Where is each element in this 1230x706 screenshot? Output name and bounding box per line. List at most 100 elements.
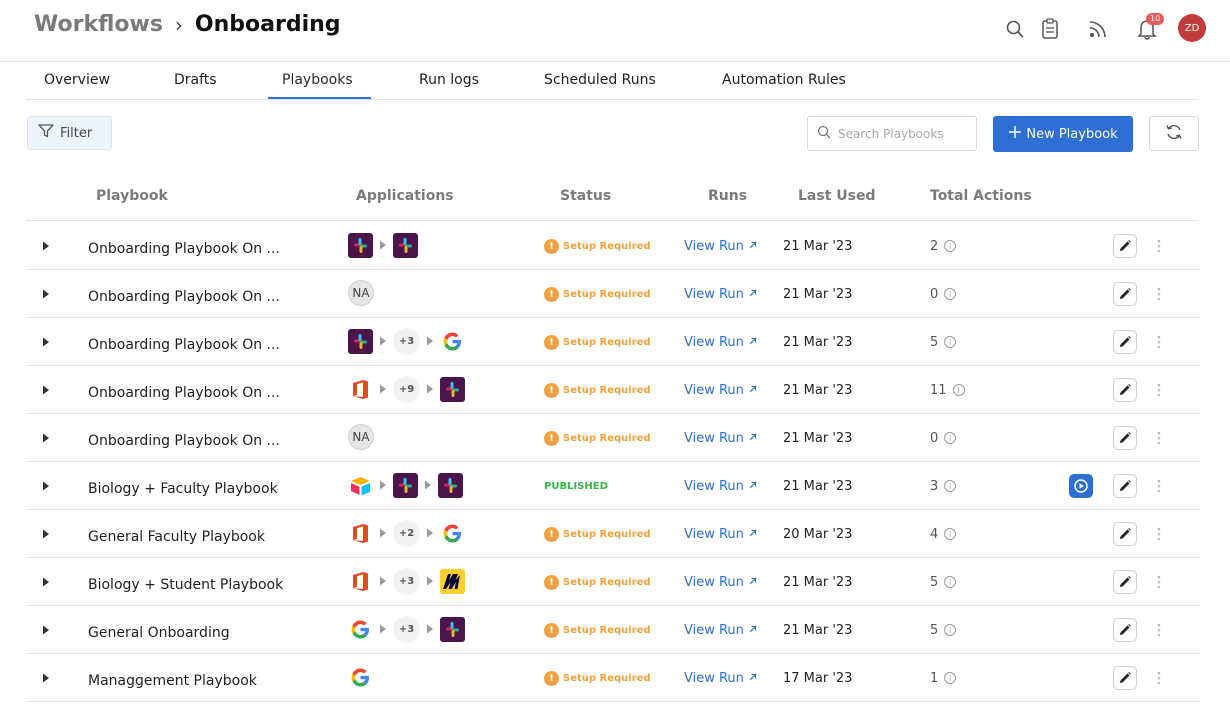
playbook-name[interactable]: Onboarding Playbook On ... (88, 270, 280, 318)
more-apps-count[interactable]: +3 (393, 615, 420, 643)
column-header-total-actions[interactable]: Total Actions (930, 188, 1032, 204)
column-header-runs[interactable]: Runs (708, 188, 747, 204)
table-row[interactable]: Biology + Faculty Playbook PUBLISHED Vie… (26, 462, 1199, 510)
tab-playbooks[interactable]: Playbooks (282, 72, 353, 88)
more-options-icon[interactable] (1157, 222, 1167, 270)
expand-row-caret-icon[interactable] (42, 606, 54, 654)
edit-button[interactable] (1113, 654, 1137, 702)
expand-row-caret-icon[interactable] (42, 318, 54, 366)
tab-scheduled-runs[interactable]: Scheduled Runs (544, 72, 656, 88)
table-row[interactable]: Managgement Playbook ! Setup Required Vie… (26, 654, 1199, 702)
playbook-name[interactable]: Managgement Playbook (88, 654, 257, 702)
edit-button[interactable] (1113, 462, 1137, 510)
view-run-link[interactable]: View Run (684, 318, 757, 366)
playbook-name[interactable]: Onboarding Playbook On ... (88, 318, 280, 366)
view-run-link[interactable]: View Run (684, 654, 757, 702)
run-playbook-button[interactable] (1069, 462, 1093, 510)
rss-feed-icon[interactable] (1085, 16, 1111, 42)
table-row[interactable]: Onboarding Playbook On ... NA ! Setup Req… (26, 414, 1199, 462)
expand-row-caret-icon[interactable] (42, 222, 54, 270)
playbook-name[interactable]: Onboarding Playbook On ... (88, 222, 280, 270)
expand-row-caret-icon[interactable] (42, 462, 54, 510)
filter-button[interactable]: Filter (27, 116, 112, 150)
more-options-icon[interactable] (1157, 462, 1167, 510)
playbook-name[interactable]: Biology + Student Playbook (88, 558, 283, 606)
view-run-link[interactable]: View Run (684, 270, 757, 318)
playbook-name[interactable]: Biology + Faculty Playbook (88, 462, 278, 510)
more-options-icon[interactable] (1157, 414, 1167, 462)
edit-button[interactable] (1113, 606, 1137, 654)
info-icon[interactable]: i (944, 480, 957, 492)
clipboard-icon[interactable] (1037, 16, 1063, 42)
more-apps-count[interactable]: +9 (393, 375, 420, 403)
table-row[interactable]: General Faculty Playbook +2 ! Setup Requi… (26, 510, 1199, 558)
breadcrumb-parent[interactable]: Workflows (34, 12, 163, 37)
avatar[interactable]: ZD (1178, 14, 1206, 42)
info-icon[interactable]: i (944, 288, 957, 300)
expand-row-caret-icon[interactable] (42, 270, 54, 318)
edit-button[interactable] (1113, 558, 1137, 606)
more-apps-count[interactable]: +3 (393, 327, 420, 355)
edit-button[interactable] (1113, 510, 1137, 558)
edit-button[interactable] (1113, 366, 1137, 414)
more-options-icon[interactable] (1157, 654, 1167, 702)
playbook-name[interactable]: General Onboarding (88, 606, 230, 654)
expand-row-caret-icon[interactable] (42, 558, 54, 606)
expand-row-caret-icon[interactable] (42, 366, 54, 414)
more-options-icon[interactable] (1157, 318, 1167, 366)
column-header-playbook[interactable]: Playbook (96, 188, 168, 204)
new-playbook-button[interactable]: New Playbook (993, 116, 1133, 152)
edit-button[interactable] (1113, 414, 1137, 462)
view-run-link[interactable]: View Run (684, 558, 757, 606)
table-row[interactable]: Onboarding Playbook On ... NA ! Setup Req… (26, 270, 1199, 318)
info-icon[interactable]: i (944, 528, 957, 540)
column-header-status[interactable]: Status (560, 188, 611, 204)
table-row[interactable]: Biology + Student Playbook +3 ! Setup Req… (26, 558, 1199, 606)
table-row[interactable]: Onboarding Playbook On ... ! Setup Requir… (26, 222, 1199, 270)
table-row[interactable]: Onboarding Playbook On ... +3 ! Setup Req… (26, 318, 1199, 366)
tab-automation-rules[interactable]: Automation Rules (722, 72, 846, 88)
more-apps-count[interactable]: +3 (393, 567, 420, 595)
info-icon[interactable]: i (944, 432, 957, 444)
expand-row-caret-icon[interactable] (42, 654, 54, 702)
more-apps-count[interactable]: +2 (393, 519, 420, 547)
view-run-link[interactable]: View Run (684, 366, 757, 414)
table-header: Playbook Applications Status Runs Last U… (26, 174, 1199, 221)
info-icon[interactable]: i (952, 384, 965, 396)
column-header-applications[interactable]: Applications (356, 188, 454, 204)
search-icon[interactable] (1002, 16, 1028, 42)
info-icon[interactable]: i (944, 336, 957, 348)
tab-overview[interactable]: Overview (44, 72, 110, 88)
tab-drafts[interactable]: Drafts (174, 72, 217, 88)
table-row[interactable]: General Onboarding +3 ! Setup Required Vi… (26, 606, 1199, 654)
more-options-icon[interactable] (1157, 366, 1167, 414)
playbook-name[interactable]: General Faculty Playbook (88, 510, 265, 558)
column-header-last-used[interactable]: Last Used (798, 188, 876, 204)
tab-run-logs[interactable]: Run logs (419, 72, 479, 88)
edit-button[interactable] (1113, 222, 1137, 270)
search-input[interactable] (838, 126, 968, 141)
more-options-icon[interactable] (1157, 558, 1167, 606)
expand-row-caret-icon[interactable] (42, 510, 54, 558)
edit-button[interactable] (1113, 270, 1137, 318)
bell-icon[interactable]: 10 (1134, 13, 1165, 42)
more-options-icon[interactable] (1157, 270, 1167, 318)
view-run-link[interactable]: View Run (684, 510, 757, 558)
info-icon[interactable]: i (944, 576, 957, 588)
view-run-link[interactable]: View Run (684, 414, 757, 462)
view-run-link[interactable]: View Run (684, 462, 757, 510)
refresh-button[interactable] (1149, 116, 1199, 151)
view-run-link[interactable]: View Run (684, 222, 757, 270)
view-run-link[interactable]: View Run (684, 606, 757, 654)
info-icon[interactable]: i (944, 240, 957, 252)
expand-row-caret-icon[interactable] (42, 414, 54, 462)
info-icon[interactable]: i (944, 624, 957, 636)
table-row[interactable]: Onboarding Playbook On ... +9 ! Setup Req… (26, 366, 1199, 414)
playbook-name[interactable]: Onboarding Playbook On ... (88, 366, 280, 414)
info-icon[interactable]: i (944, 672, 957, 684)
more-options-icon[interactable] (1157, 606, 1167, 654)
more-options-icon[interactable] (1157, 510, 1167, 558)
edit-button[interactable] (1113, 318, 1137, 366)
slack-icon (393, 472, 418, 498)
playbook-name[interactable]: Onboarding Playbook On ... (88, 414, 280, 462)
